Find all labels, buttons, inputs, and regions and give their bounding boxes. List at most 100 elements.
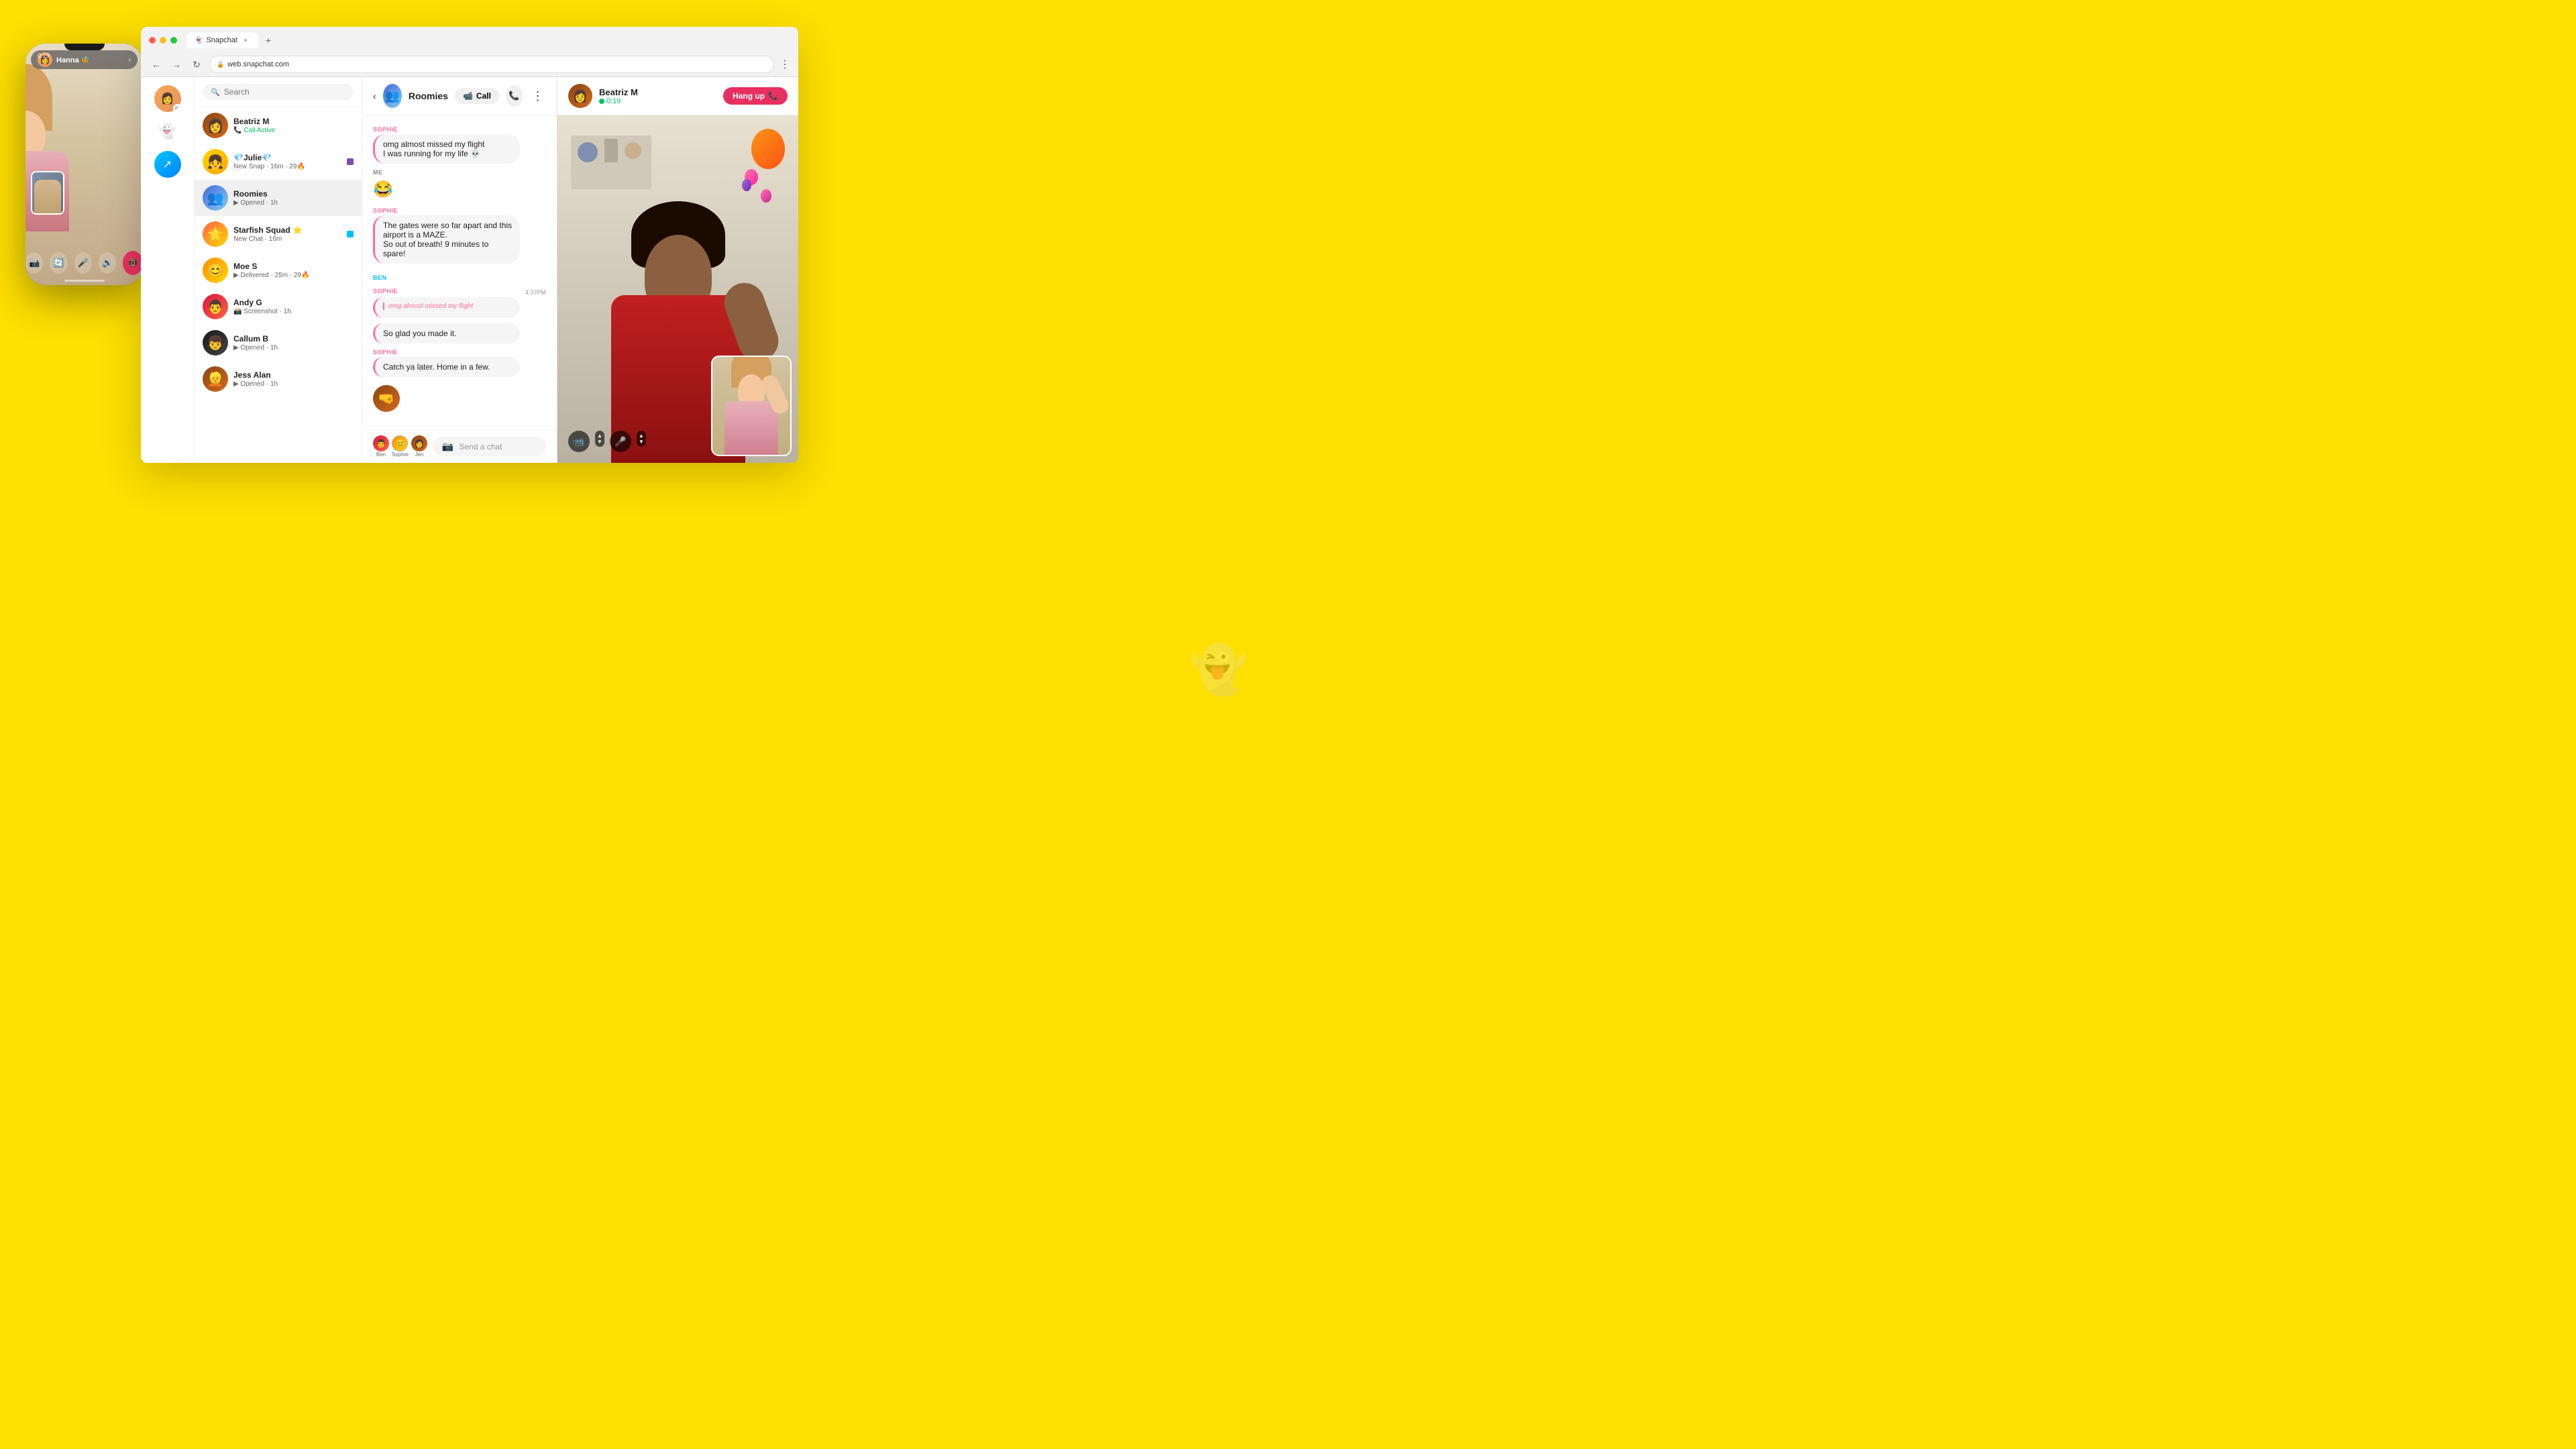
- msg-bubble-3: Catch ya later. Home in a few.: [373, 357, 520, 377]
- messages-area[interactable]: SOPHIE omg almost missed my flightI was …: [362, 115, 557, 429]
- typing-user-ben: 👨 Ben: [373, 435, 389, 458]
- video-camera-toggle[interactable]: 📹: [568, 431, 590, 452]
- callum-avatar-face: 👦: [203, 330, 228, 356]
- send-placeholder: Send a chat: [459, 442, 537, 451]
- forward-btn[interactable]: →: [169, 57, 184, 72]
- moe-avatar-face: 😊: [203, 258, 228, 283]
- address-bar[interactable]: 🔒 web.snapchat.com: [209, 56, 774, 73]
- hang-up-button[interactable]: Hang up 📞: [723, 87, 788, 105]
- browser-more-menu[interactable]: ⋮: [780, 58, 790, 71]
- new-tab-btn[interactable]: +: [262, 34, 274, 46]
- chat-item-jess[interactable]: 👱 Jess Alan ▶ Opened · 1h: [195, 361, 362, 397]
- stories-btn[interactable]: ↗: [154, 151, 181, 178]
- typing-area: 👨 Ben 😊 Sophie 👩 Jen 📷 Send a chat: [362, 429, 557, 463]
- stories-icon: ↗: [163, 158, 172, 171]
- chat-item-beatriz[interactable]: 👩 Beatriz M 📞 Call Active: [195, 107, 362, 144]
- back-btn[interactable]: ←: [149, 57, 164, 72]
- julie-avatar: 👧: [203, 149, 228, 174]
- chat-header-name: Roomies: [409, 91, 448, 101]
- phone-inset-video: [31, 171, 64, 215]
- browser-chrome: 👻 Snapchat × + ← → ↻ 🔒 web.snapchat.com …: [141, 27, 798, 77]
- user-avatar[interactable]: 👩 ⚙️: [154, 85, 181, 112]
- phone-icon: 📞: [508, 91, 519, 101]
- phone-call-button[interactable]: 📞: [506, 85, 523, 107]
- starfish-info: Starfish Squad ⭐ New Chat · 16m: [233, 225, 341, 243]
- typing-avatar-ben: 👨: [373, 435, 389, 451]
- tab-close-btn[interactable]: ×: [241, 36, 250, 45]
- snap-sidebar: 👩 ⚙️ 👻 ↗: [141, 77, 195, 463]
- beatriz-status: 📞 Call Active: [233, 127, 354, 134]
- phone-screen: 0:19 👩 Hanna 🐝 › 📷 🔄 🎤 🔊 📵: [25, 44, 143, 285]
- phone-ctrl-flip[interactable]: 🔄: [50, 252, 67, 274]
- message-group-4: SOPHIE Catch ya later. Home in a few.: [373, 349, 546, 377]
- msg-sender-sophie-2: SOPHIE: [373, 207, 546, 214]
- bitmoji-sticker: 🤜: [373, 385, 400, 412]
- phone-call-info: Hanna 🐝: [52, 56, 129, 64]
- send-chat-input[interactable]: 📷 Send a chat: [433, 437, 546, 456]
- refresh-btn[interactable]: ↻: [189, 57, 204, 72]
- search-input[interactable]: [224, 87, 345, 97]
- mic-expand-down: ▼: [639, 439, 644, 445]
- phone-ctrl-speaker[interactable]: 🔊: [99, 252, 116, 274]
- typing-avatar-jen: 👩: [411, 435, 427, 451]
- timer-text: 0:19: [606, 97, 621, 105]
- chat-item-starfish[interactable]: 🌟 Starfish Squad ⭐ New Chat · 16m: [195, 216, 362, 252]
- phone-ctrl-end-call[interactable]: 📵: [123, 251, 143, 275]
- roomies-name: Roomies: [233, 189, 354, 199]
- message-group-3: SOPHIE The gates were so far apart and t…: [373, 207, 546, 264]
- phone-call-timer: 0:19: [38, 52, 50, 59]
- snapchat-watermark: 👻: [1189, 643, 1248, 698]
- andy-avatar: 👨: [203, 294, 228, 319]
- phone-call-bar: 0:19 👩 Hanna 🐝 ›: [31, 50, 138, 69]
- lock-icon: 🔒: [217, 61, 224, 68]
- video-panel: 👩 Beatriz M 0:19 Hang up 📞: [557, 77, 798, 463]
- beatriz-name: Beatriz M: [233, 117, 354, 126]
- user-avatar-face: 👩: [161, 92, 174, 105]
- inset-bg: [712, 357, 790, 455]
- chat-item-andy[interactable]: 👨 Andy G 📸 Screenshot · 1h: [195, 288, 362, 325]
- phone-ctrl-mute[interactable]: 🎤: [74, 252, 92, 274]
- video-caller-name: Beatriz M: [599, 87, 716, 97]
- snapchat-body: 👩 ⚙️ 👻 ↗ 🔍 👩 Beatriz M: [141, 77, 798, 463]
- tl-fullscreen[interactable]: [170, 37, 177, 44]
- msg-bubble-2: The gates were so far apart and this air…: [373, 215, 520, 264]
- hang-up-label: Hang up: [733, 91, 765, 101]
- chat-item-julie[interactable]: 👧 💎Julie💎 New Snap · 16m · 29🔥: [195, 144, 362, 180]
- phone-ctrl-camera[interactable]: 📷: [25, 252, 43, 274]
- inset-preview: [32, 172, 63, 213]
- phone-home-bar: [64, 280, 105, 282]
- video-mic-expand-btn[interactable]: ▲ ▼: [637, 431, 646, 447]
- message-group-sophie-quoted: SOPHIE 4:37PM omg almost missed my fligh…: [373, 288, 546, 318]
- call-button[interactable]: 📹 Call: [455, 88, 499, 104]
- julie-status: New Snap · 16m · 29🔥: [233, 163, 341, 170]
- message-group-reply: So glad you made it.: [373, 323, 546, 343]
- jess-avatar: 👱: [203, 366, 228, 392]
- video-avatar-face: 👩: [568, 84, 592, 108]
- video-expand-btn[interactable]: ▲ ▼: [595, 431, 604, 447]
- beatriz-avatar-face: 👩: [203, 113, 228, 138]
- chat-options-btn[interactable]: ⋮: [529, 85, 546, 107]
- jess-name: Jess Alan: [233, 370, 354, 380]
- expand-up-icon: ▲: [597, 433, 602, 439]
- snap-ghost-nav[interactable]: 👻: [158, 123, 176, 140]
- browser-tab-snapchat[interactable]: 👻 Snapchat ×: [186, 32, 258, 48]
- tl-minimize[interactable]: [160, 37, 166, 44]
- chat-list: 🔍 👩 Beatriz M 📞 Call Active: [195, 77, 362, 463]
- video-header-avatar: 👩: [568, 84, 592, 108]
- chat-back-btn[interactable]: ‹: [373, 91, 376, 101]
- moe-status: ▶ Delivered · 25m · 29🔥: [233, 272, 354, 279]
- roomies-avatar: 👥: [203, 185, 228, 211]
- roomies-status: ▶ Opened · 1h: [233, 199, 354, 207]
- andy-status: 📸 Screenshot · 1h: [233, 308, 354, 315]
- typing-name-sophie: Sophie: [392, 451, 409, 458]
- chat-item-roomies[interactable]: 👥 Roomies ▶ Opened · 1h: [195, 180, 362, 216]
- julie-snap-indicator: [347, 158, 354, 165]
- tl-close[interactable]: [149, 37, 156, 44]
- search-input-wrap[interactable]: 🔍: [203, 84, 354, 100]
- julie-name: 💎Julie💎: [233, 153, 341, 162]
- chat-item-callum[interactable]: 👦 Callum B ▶ Opened · 1h: [195, 325, 362, 361]
- video-mic-toggle[interactable]: 🎤: [610, 431, 631, 452]
- starfish-chat-indicator: [347, 231, 354, 237]
- chat-item-moe[interactable]: 😊 Moe S ▶ Delivered · 25m · 29🔥: [195, 252, 362, 288]
- gear-badge: ⚙️: [173, 104, 181, 112]
